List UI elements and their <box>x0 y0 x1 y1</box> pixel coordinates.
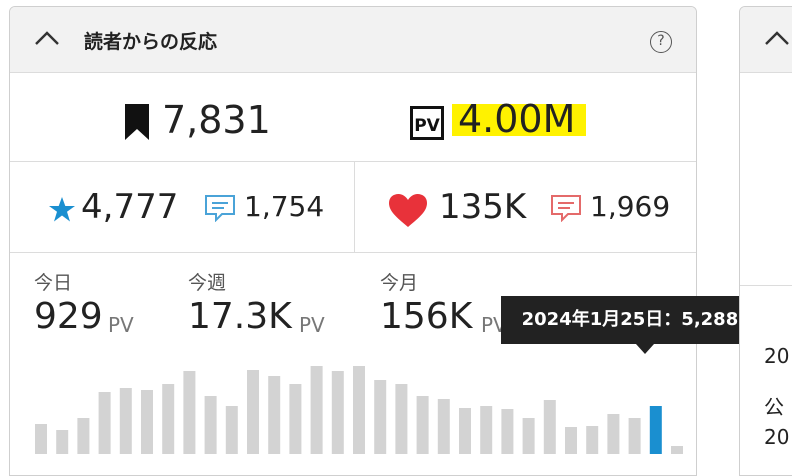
chart-bar[interactable] <box>353 366 365 454</box>
chart-bar[interactable] <box>501 409 514 454</box>
chart-bar[interactable] <box>395 384 408 454</box>
chart-bar[interactable] <box>459 408 471 454</box>
chart-bar[interactable] <box>183 371 196 454</box>
chart-bar[interactable] <box>607 414 620 454</box>
chart-bar[interactable] <box>77 418 90 454</box>
chart-bar[interactable] <box>204 396 217 454</box>
side-text: 20 <box>764 425 790 449</box>
chart-bar[interactable] <box>416 396 429 454</box>
side-panel-header[interactable] <box>740 7 792 73</box>
chevron-up-icon[interactable] <box>764 29 790 47</box>
chart-bar[interactable] <box>331 371 344 454</box>
side-panel: 20 公 20 <box>739 6 792 476</box>
chart-bar[interactable] <box>374 380 387 454</box>
chart-bar[interactable] <box>565 427 577 454</box>
side-divider <box>740 285 792 286</box>
chart-bar-selected[interactable] <box>649 406 662 454</box>
chart-bar[interactable] <box>35 424 47 454</box>
side-text: 20 <box>764 344 790 368</box>
chart-bar[interactable] <box>225 406 238 454</box>
daily-pv-bar-chart <box>35 366 683 454</box>
chart-bar[interactable] <box>247 370 259 454</box>
chart-bar[interactable] <box>480 406 493 454</box>
chart-bar[interactable] <box>543 400 556 454</box>
tooltip-arrow <box>636 344 654 354</box>
chart-bar[interactable] <box>628 418 641 454</box>
chart-bar[interactable] <box>119 388 132 454</box>
chart-bar[interactable] <box>289 384 302 454</box>
chart-bar[interactable] <box>268 376 281 454</box>
chart-bar[interactable] <box>141 390 153 454</box>
chart-bar[interactable] <box>98 392 111 454</box>
chart-bar[interactable] <box>310 366 323 454</box>
chart-bar[interactable] <box>437 399 450 454</box>
chart-bar[interactable] <box>522 418 535 454</box>
chart-bar[interactable] <box>162 384 175 454</box>
chart-bar[interactable] <box>671 446 683 454</box>
side-text: 公 <box>764 395 784 419</box>
chart-bar[interactable] <box>56 430 69 454</box>
chart-bar[interactable] <box>586 426 599 454</box>
